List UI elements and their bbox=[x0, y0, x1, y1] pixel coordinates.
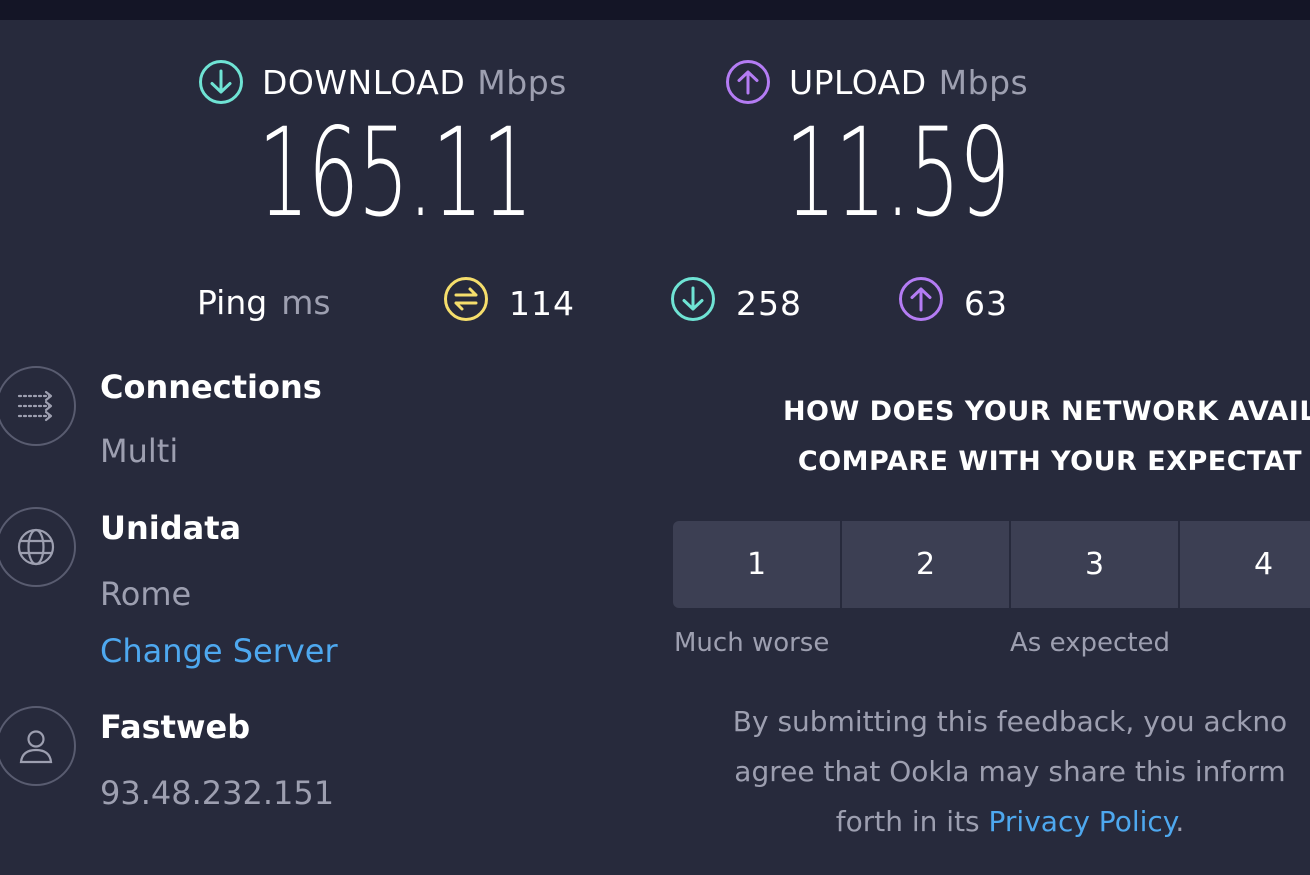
server-location: Rome bbox=[100, 575, 192, 613]
feedback-rating-group: 1 2 3 4 bbox=[673, 521, 1310, 608]
ping-upload-value: 63 bbox=[964, 283, 1008, 323]
disclaimer-line2: agree that Ookla may share this inform bbox=[734, 755, 1286, 788]
globe-icon bbox=[0, 507, 76, 587]
download-header: DOWNLOAD Mbps bbox=[198, 58, 567, 106]
user-icon bbox=[0, 706, 76, 786]
ping-row: Ping ms 114 258 63 bbox=[0, 277, 1310, 326]
upload-speed-value: 11.59 bbox=[785, 102, 1010, 244]
upload-header: UPLOAD Mbps bbox=[725, 58, 1028, 106]
ping-idle: 114 bbox=[443, 277, 575, 326]
provider-ip: 93.48.232.151 bbox=[100, 774, 335, 812]
download-arrow-icon bbox=[198, 59, 244, 105]
scale-low-label: Much worse bbox=[674, 628, 830, 658]
ping-idle-value: 114 bbox=[509, 283, 575, 323]
download-label: DOWNLOAD bbox=[262, 62, 466, 102]
upload-arrow-icon bbox=[725, 59, 771, 105]
ping-unit: ms bbox=[281, 283, 331, 322]
disclaimer-line3: forth in its Privacy Policy. bbox=[835, 805, 1185, 838]
server-name: Unidata bbox=[100, 509, 242, 547]
connections-value: Multi bbox=[100, 432, 179, 470]
rating-option-2[interactable]: 2 bbox=[842, 521, 1009, 608]
rating-option-3[interactable]: 3 bbox=[1011, 521, 1178, 608]
download-unit: Mbps bbox=[477, 62, 567, 102]
upload-arrow-icon bbox=[898, 276, 944, 330]
provider-name: Fastweb bbox=[100, 708, 251, 746]
ping-upload: 63 bbox=[898, 277, 1008, 326]
ping-download-value: 258 bbox=[736, 283, 802, 323]
upload-unit: Mbps bbox=[938, 62, 1029, 102]
feedback-question-line1: HOW DOES YOUR NETWORK AVAIL bbox=[782, 396, 1310, 427]
ping-download: 258 bbox=[670, 277, 802, 326]
connections-title: Connections bbox=[100, 368, 322, 406]
rating-option-1[interactable]: 1 bbox=[673, 521, 840, 608]
connections-icon[interactable] bbox=[0, 366, 76, 446]
scale-mid-label: As expected bbox=[1010, 628, 1171, 658]
ping-label: Ping ms bbox=[197, 283, 331, 322]
change-server-link[interactable]: Change Server bbox=[100, 632, 338, 670]
privacy-policy-link[interactable]: Privacy Policy bbox=[989, 805, 1176, 838]
download-speed-value: 165.11 bbox=[258, 102, 533, 244]
top-bar bbox=[0, 0, 1310, 20]
ping-idle-icon bbox=[443, 276, 489, 330]
rating-option-4[interactable]: 4 bbox=[1180, 521, 1310, 608]
upload-label: UPLOAD bbox=[789, 62, 927, 102]
download-arrow-icon bbox=[670, 276, 716, 330]
disclaimer-line1: By submitting this feedback, you ackno bbox=[732, 705, 1288, 738]
feedback-question-line2: COMPARE WITH YOUR EXPECTAT bbox=[797, 446, 1303, 477]
